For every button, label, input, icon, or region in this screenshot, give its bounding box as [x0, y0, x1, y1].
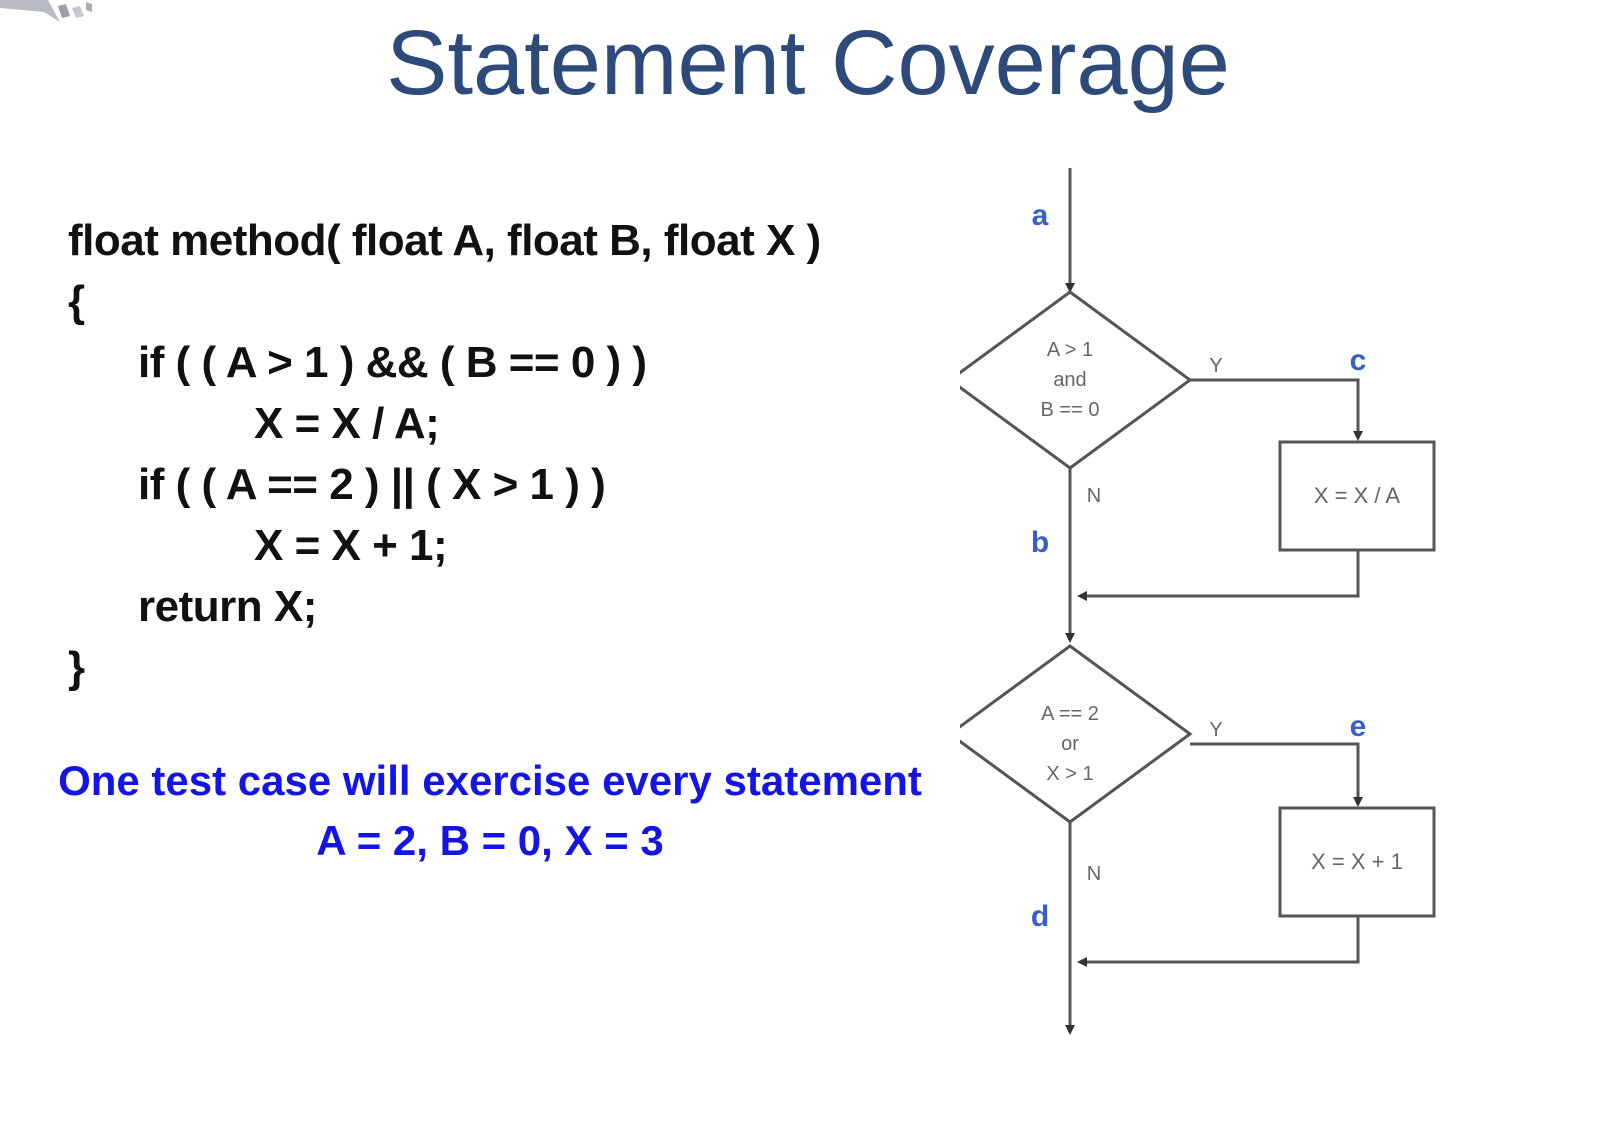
- code-line-close-brace: }: [68, 643, 85, 692]
- path-label-a: a: [1032, 199, 1049, 232]
- path-label-c: c: [1350, 344, 1367, 377]
- test-case-values: A = 2, B = 0, X = 3: [316, 817, 664, 864]
- slide-title: Statement Coverage: [386, 12, 1230, 114]
- code-line-signature: float method( float A, float B, float X …: [68, 216, 821, 265]
- code-line-if-1: if ( ( A > 1 ) && ( B == 0 ) ): [138, 338, 647, 387]
- code-line-assign-2: X = X + 1;: [254, 521, 448, 570]
- decision-2-text-3: X > 1: [1046, 763, 1093, 785]
- path-label-e: e: [1350, 710, 1367, 743]
- code-block: float method( float A, float B, float X …: [68, 210, 821, 698]
- decision-2-yes-label: Y: [1209, 719, 1222, 741]
- flowchart: A > 1 and B == 0 Y c X = X / A N a b A =…: [960, 168, 1436, 1035]
- code-line-open-brace: {: [68, 277, 85, 326]
- flow-edge-yes-2: [1190, 742, 1363, 807]
- decision-2-text-1: A == 2: [1041, 703, 1099, 725]
- flow-edge-merge-1: [1077, 550, 1360, 601]
- decision-1-text-2: and: [1053, 369, 1086, 391]
- code-line-return: return X;: [138, 582, 317, 631]
- decision-2-no-label: N: [1087, 863, 1101, 885]
- path-label-b: b: [1031, 526, 1049, 559]
- decision-1-yes-label: Y: [1209, 355, 1222, 377]
- decision-2-text-2: or: [1061, 733, 1079, 755]
- flow-edge-yes-1: [1190, 378, 1363, 441]
- process-2-text: X = X + 1: [1311, 849, 1403, 874]
- decision-1-no-label: N: [1087, 485, 1101, 507]
- decision-1-text-3: B == 0: [1041, 399, 1100, 421]
- code-line-assign-1: X = X / A;: [254, 399, 440, 448]
- flow-edge-merge-2: [1077, 916, 1360, 967]
- test-case-note: One test case will exercise every statem…: [58, 757, 922, 804]
- code-line-if-2: if ( ( A == 2 ) || ( X > 1 ) ): [138, 460, 606, 509]
- decision-1-text-1: A > 1: [1047, 339, 1093, 361]
- process-1-text: X = X / A: [1314, 483, 1401, 508]
- path-label-d: d: [1031, 900, 1049, 933]
